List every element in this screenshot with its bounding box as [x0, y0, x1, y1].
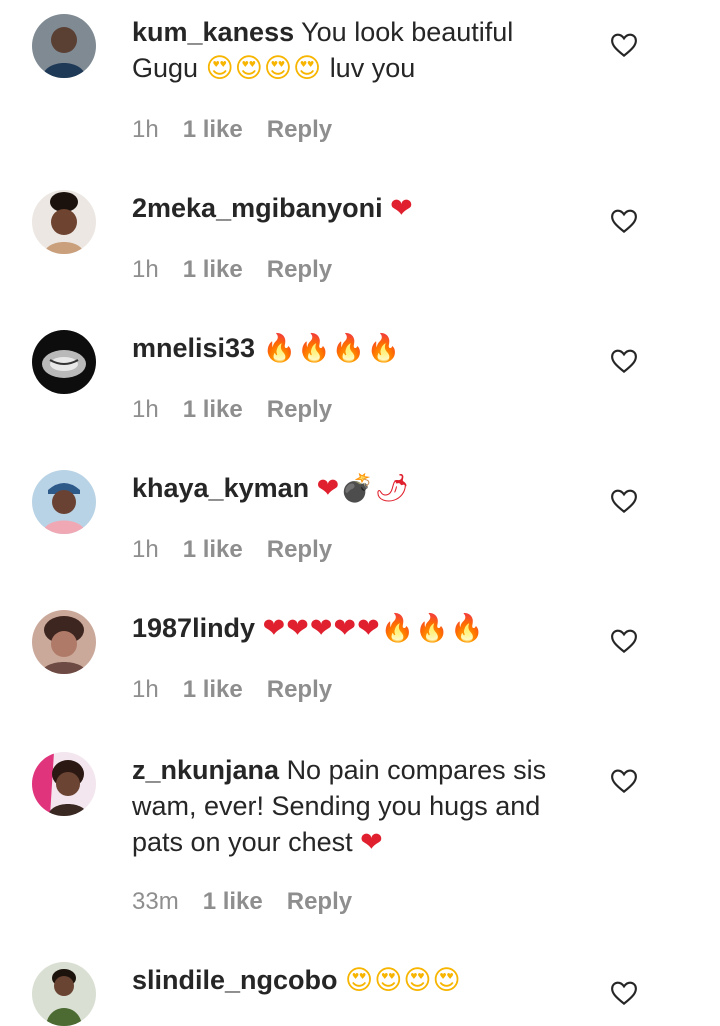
comment-username[interactable]: kum_kaness — [132, 17, 294, 47]
avatar[interactable] — [32, 752, 96, 816]
like-button[interactable] — [608, 346, 640, 376]
heart-outline-icon — [611, 209, 637, 233]
avatar-image — [32, 190, 96, 254]
avatar[interactable] — [32, 190, 96, 254]
heart-outline-icon — [611, 769, 637, 793]
comment-time: 33m — [132, 888, 179, 915]
avatar-image — [32, 330, 96, 394]
comment-text: khaya_kyman ❤💣🌶 — [132, 470, 572, 507]
comment-text: 2meka_mgibanyoni ❤ — [132, 190, 572, 227]
comment-username[interactable]: slindile_ngcobo — [132, 965, 338, 995]
heart-bomb-chili-emoji: ❤💣🌶 — [316, 473, 411, 504]
comment-username[interactable]: khaya_kyman — [132, 473, 309, 503]
comment-time: 1h — [132, 396, 159, 423]
comment-meta: 1h 1 like Reply — [132, 676, 332, 704]
comment-likes[interactable]: 1 like — [183, 676, 243, 704]
heart-emoji: ❤ — [390, 193, 414, 224]
comment-username[interactable]: 1987lindy — [132, 613, 255, 643]
like-button[interactable] — [608, 766, 640, 796]
comment-likes[interactable]: 1 like — [183, 256, 243, 284]
comment-likes[interactable]: 1 like — [183, 396, 243, 424]
comment-meta: 1h 1 like Reply — [132, 536, 332, 564]
reply-button[interactable]: Reply — [267, 396, 332, 424]
like-button[interactable] — [608, 978, 640, 1008]
comment-username[interactable]: 2meka_mgibanyoni — [132, 193, 383, 223]
comment-text: z_nkunjana No pain compares sis wam, eve… — [132, 752, 572, 861]
comment-text: mnelisi33 🔥🔥🔥🔥 — [132, 330, 572, 367]
comment-text: slindile_ngcobo 😍😍😍😍 — [132, 962, 572, 999]
comment-time: 1h — [132, 256, 159, 283]
avatar-image — [32, 470, 96, 534]
avatar[interactable] — [32, 330, 96, 394]
comment-text: 1987lindy ❤❤❤❤❤🔥🔥🔥 — [132, 610, 572, 647]
heart-outline-icon — [611, 489, 637, 513]
heart-eyes-emoji: 😍😍😍😍 — [205, 53, 323, 84]
comment-meta: 1h 1 like Reply — [132, 256, 332, 284]
avatar[interactable] — [32, 470, 96, 534]
comment-likes[interactable]: 1 like — [203, 888, 263, 916]
heart-outline-icon — [611, 33, 637, 57]
like-button[interactable] — [608, 486, 640, 516]
comment-body-after: luv you — [329, 53, 416, 83]
comment-time: 1h — [132, 116, 159, 143]
comment-meta: 1h 1 like Reply — [132, 396, 332, 424]
heart-outline-icon — [611, 349, 637, 373]
comment-time: 1h — [132, 536, 159, 563]
avatar-image — [32, 610, 96, 674]
avatar[interactable] — [32, 610, 96, 674]
hearts-fire-emoji: ❤❤❤❤❤🔥🔥🔥 — [262, 613, 485, 644]
heart-eyes-emoji: 😍😍😍😍 — [345, 965, 462, 996]
heart-outline-icon — [611, 981, 637, 1005]
like-button[interactable] — [608, 206, 640, 236]
like-button[interactable] — [608, 30, 640, 60]
avatar-image — [32, 14, 96, 78]
avatar[interactable] — [32, 962, 96, 1026]
avatar-image — [32, 752, 96, 816]
comment-meta: 1h 1 like Reply — [132, 116, 332, 144]
reply-button[interactable]: Reply — [267, 536, 332, 564]
reply-button[interactable]: Reply — [267, 676, 332, 704]
comment-text: kum_kaness You look beautiful Gugu 😍😍😍😍 … — [132, 14, 572, 87]
reply-button[interactable]: Reply — [287, 888, 352, 916]
reply-button[interactable]: Reply — [267, 256, 332, 284]
avatar-image — [32, 962, 96, 1026]
fire-emoji: 🔥🔥🔥🔥 — [262, 333, 402, 364]
comment-meta: 33m 1 like Reply — [132, 888, 352, 916]
reply-button[interactable]: Reply — [267, 116, 332, 144]
heart-outline-icon — [611, 629, 637, 653]
comment-likes[interactable]: 1 like — [183, 116, 243, 144]
comment-time: 1h — [132, 676, 159, 703]
like-button[interactable] — [608, 626, 640, 656]
comment-likes[interactable]: 1 like — [183, 536, 243, 564]
comment-username[interactable]: z_nkunjana — [132, 755, 279, 785]
comment-username[interactable]: mnelisi33 — [132, 333, 255, 363]
avatar[interactable] — [32, 14, 96, 78]
heart-emoji: ❤ — [360, 827, 384, 858]
